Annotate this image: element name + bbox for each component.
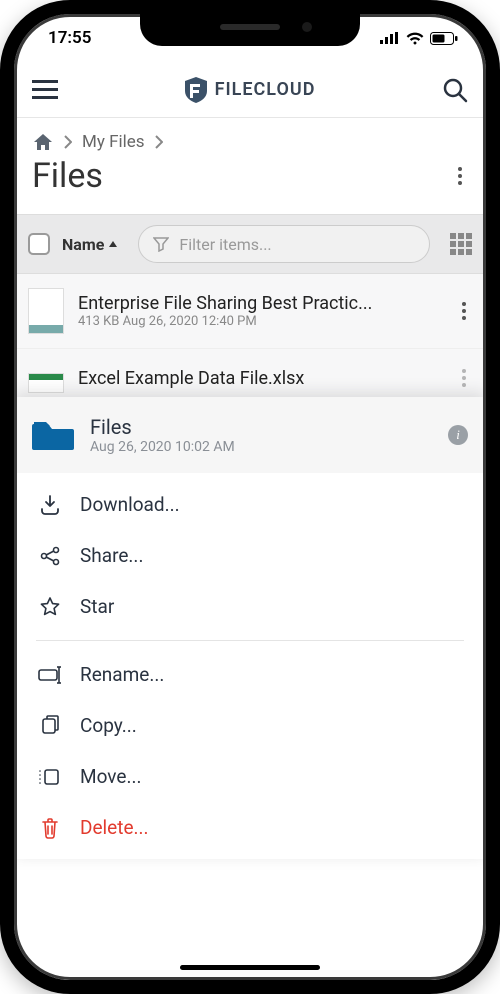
file-thumbnail-icon	[28, 288, 64, 334]
copy-icon	[38, 715, 62, 737]
list-header: Name Filter items...	[14, 214, 486, 274]
side-button-silence	[0, 180, 2, 220]
home-indicator[interactable]	[180, 965, 320, 970]
action-label: Share...	[80, 544, 143, 567]
action-label: Download...	[80, 493, 180, 516]
sheet-title: Files	[90, 415, 432, 439]
action-label: Move...	[80, 765, 141, 788]
file-more-button[interactable]	[456, 363, 472, 393]
download-icon	[38, 494, 62, 516]
action-download[interactable]: Download...	[14, 479, 486, 530]
wifi-icon	[406, 32, 424, 45]
brand-name: FILECLOUD	[215, 79, 316, 100]
star-icon	[38, 596, 62, 618]
shield-icon	[185, 77, 207, 103]
chevron-right-icon	[155, 135, 163, 149]
file-thumbnail-icon	[28, 373, 64, 393]
page-more-button[interactable]	[452, 161, 468, 191]
action-delete[interactable]: Delete...	[14, 802, 486, 853]
file-name: Excel Example Data File.xlsx	[78, 368, 442, 389]
action-share[interactable]: Share...	[14, 530, 486, 581]
divider	[36, 640, 464, 641]
filter-icon	[153, 236, 169, 252]
device-notch	[140, 12, 360, 46]
folder-icon	[32, 418, 74, 452]
action-star[interactable]: Star	[14, 581, 486, 632]
page-title: Files	[32, 156, 103, 196]
share-icon	[38, 545, 62, 567]
action-copy[interactable]: Copy...	[14, 700, 486, 751]
file-row[interactable]: Enterprise File Sharing Best Practic... …	[14, 274, 486, 349]
rename-icon	[38, 666, 62, 684]
action-label: Delete...	[80, 816, 149, 839]
select-all-checkbox[interactable]	[28, 233, 50, 255]
info-button[interactable]: i	[448, 425, 468, 445]
status-time: 17:55	[48, 28, 91, 48]
filter-input[interactable]: Filter items...	[138, 225, 430, 263]
column-name[interactable]: Name	[62, 235, 118, 254]
action-sheet: Files Aug 26, 2020 10:02 AM i Download..…	[14, 397, 486, 859]
cellular-icon	[380, 32, 400, 44]
action-label: Rename...	[80, 663, 164, 686]
filter-placeholder: Filter items...	[179, 235, 271, 254]
side-button-volume-up	[0, 240, 2, 310]
file-name: Enterprise File Sharing Best Practic...	[78, 293, 442, 314]
side-button-volume-down	[0, 325, 2, 395]
file-row[interactable]: Excel Example Data File.xlsx	[14, 349, 486, 397]
action-label: Copy...	[80, 714, 137, 737]
brand-logo: FILECLOUD	[185, 77, 316, 103]
home-icon[interactable]	[32, 132, 54, 152]
search-button[interactable]	[442, 77, 468, 103]
action-rename[interactable]: Rename...	[14, 649, 486, 700]
sheet-subtitle: Aug 26, 2020 10:02 AM	[90, 439, 432, 455]
action-move[interactable]: Move...	[14, 751, 486, 802]
hamburger-menu-button[interactable]	[32, 80, 58, 100]
move-icon	[38, 767, 62, 787]
search-icon	[442, 77, 468, 103]
trash-icon	[38, 817, 62, 839]
breadcrumb: My Files	[14, 118, 486, 154]
column-name-label: Name	[62, 235, 104, 254]
battery-icon	[430, 32, 458, 45]
sheet-header: Files Aug 26, 2020 10:02 AM i	[14, 397, 486, 473]
breadcrumb-item[interactable]: My Files	[82, 132, 145, 152]
file-more-button[interactable]	[456, 296, 472, 326]
view-grid-button[interactable]	[450, 233, 472, 255]
app-header: FILECLOUD	[14, 62, 486, 118]
file-meta: 413 KB Aug 26, 2020 12:40 PM	[78, 314, 442, 329]
action-label: Star	[80, 595, 114, 618]
sort-asc-icon	[108, 239, 118, 249]
chevron-right-icon	[64, 135, 72, 149]
